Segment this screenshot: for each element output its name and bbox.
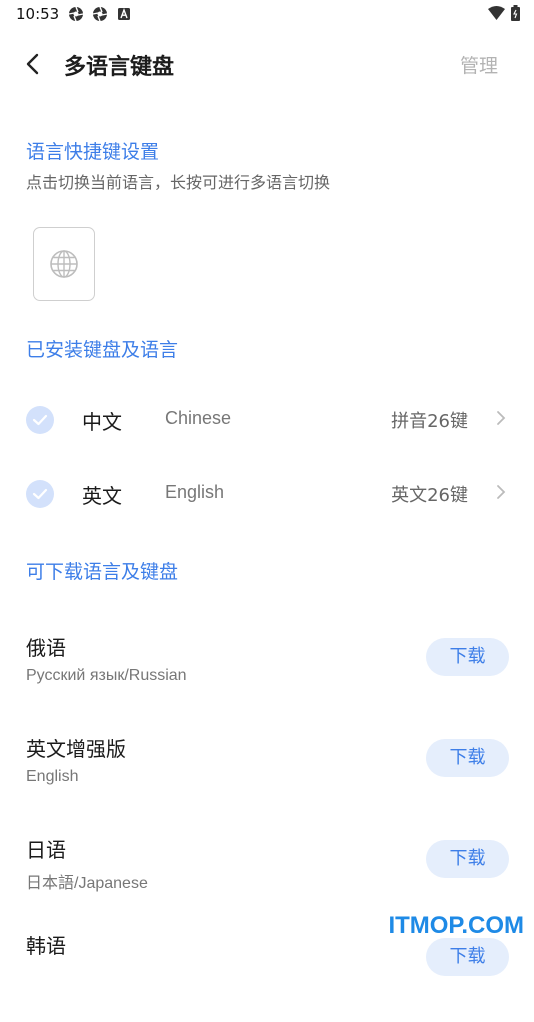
battery-icon	[511, 5, 520, 21]
language-english-name: Chinese	[165, 408, 232, 428]
manage-button[interactable]: 管理	[460, 51, 498, 78]
header: 多语言键盘 管理	[0, 40, 534, 90]
system-icons	[488, 5, 520, 21]
app-a-icon	[118, 8, 130, 20]
check-icon	[32, 414, 48, 426]
download-section-title: 可下载语言及键盘	[26, 561, 179, 583]
watermark: ITMOP.COM	[388, 912, 524, 939]
download-button[interactable]: 下载	[426, 739, 509, 777]
wifi-icon	[488, 6, 505, 20]
check-badge[interactable]	[26, 480, 54, 508]
language-shortcut-key[interactable]	[33, 227, 95, 301]
download-item-english-plus: 英文增强版 English 下载	[0, 733, 534, 825]
status-bar: 10:53	[0, 0, 534, 28]
download-button[interactable]: 下载	[426, 938, 509, 976]
globe-icon	[50, 250, 78, 278]
shortcut-section-description: 点击切换当前语言，长按可进行多语言切换	[26, 173, 331, 192]
download-language-name: 英文增强版	[26, 737, 126, 761]
download-language-name: 韩语	[26, 934, 66, 958]
chevron-right-icon	[497, 411, 506, 425]
keyboard-layout: 拼音26键	[391, 411, 468, 432]
chevron-right-icon	[497, 485, 506, 499]
status-time: 10:53	[16, 5, 60, 23]
keyboard-layout: 英文26键	[391, 485, 468, 506]
download-language-subtitle: Русский язык/Russian	[26, 667, 187, 684]
download-item-korean: 韩语 下载	[0, 930, 534, 1022]
check-badge[interactable]	[26, 406, 54, 434]
aperture-icon-2	[92, 6, 108, 22]
back-arrow-icon[interactable]	[22, 50, 46, 78]
installed-item-english[interactable]: 英文 English 英文26键	[0, 464, 534, 524]
page-title: 多语言键盘	[64, 55, 175, 80]
installed-item-chinese[interactable]: 中文 Chinese 拼音26键	[0, 390, 534, 450]
check-icon	[32, 488, 48, 500]
language-name: 英文	[82, 484, 122, 508]
download-language-subtitle: English	[26, 768, 79, 785]
download-button[interactable]: 下载	[426, 840, 509, 878]
download-language-name: 俄语	[26, 636, 66, 660]
language-english-name: English	[165, 482, 225, 502]
download-language-subtitle: 日本語/Japanese	[26, 875, 148, 892]
download-item-russian: 俄语 Русский язык/Russian 下载	[0, 632, 534, 724]
download-button[interactable]: 下载	[426, 638, 509, 676]
shortcut-section-title: 语言快捷键设置	[26, 141, 160, 163]
language-name: 中文	[82, 410, 122, 434]
aperture-icon	[68, 6, 84, 22]
installed-section-title: 已安装键盘及语言	[26, 339, 179, 361]
notification-icons	[68, 6, 132, 22]
download-language-name: 日语	[26, 838, 66, 862]
